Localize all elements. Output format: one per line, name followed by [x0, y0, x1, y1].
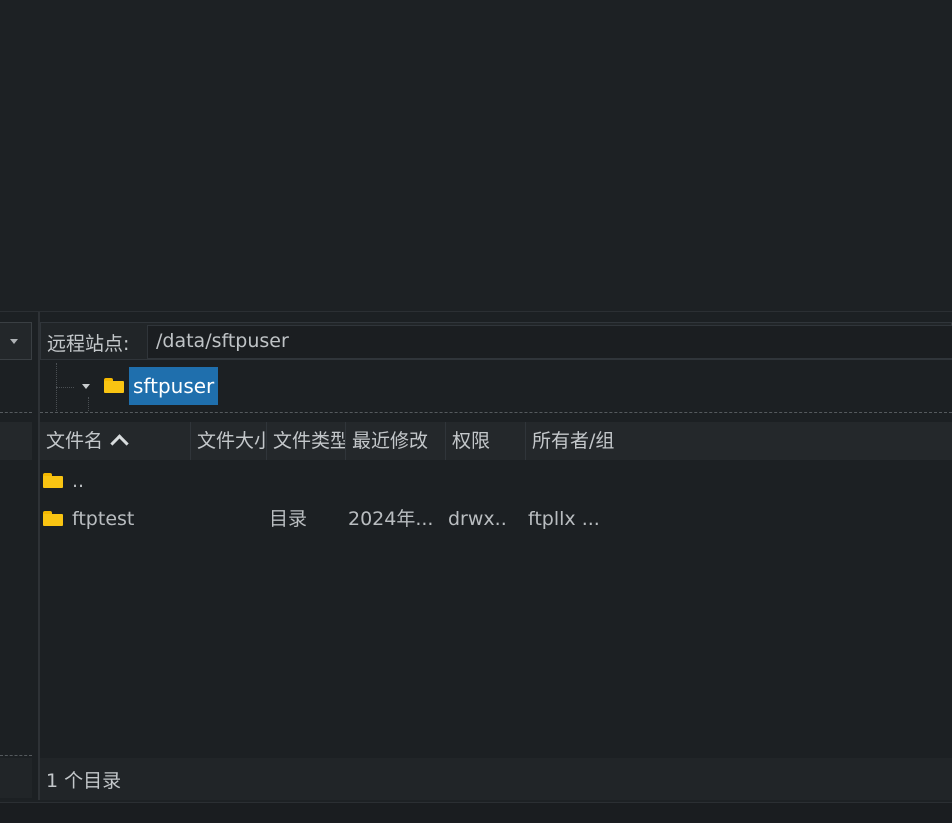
tree-guide-line	[56, 387, 74, 388]
tree-item-sftpuser[interactable]: sftpuser	[129, 367, 219, 405]
column-header-type[interactable]: 文件类型	[267, 422, 346, 460]
folder-icon	[43, 473, 63, 488]
remote-file-list[interactable]: 文件名 文件大小 文件类型 最近修改 权限 所有者/组 .. ftptest 目…	[40, 422, 952, 756]
remote-tree[interactable]: sftpuser	[40, 363, 952, 413]
remote-list-header: 文件名 文件大小 文件类型 最近修改 权限 所有者/组	[40, 422, 952, 460]
file-type: 目录	[269, 508, 308, 530]
remote-path-input[interactable]: /data/sftpuser	[147, 325, 952, 359]
bottom-panel-edge	[0, 802, 952, 823]
local-file-list[interactable]	[0, 422, 32, 756]
sort-ascending-icon	[110, 434, 129, 453]
column-header-permissions[interactable]: 权限	[446, 422, 526, 460]
file-name: ..	[72, 470, 85, 492]
remote-site-label: 远程站点:	[47, 333, 130, 355]
local-site-dropdown[interactable]	[0, 322, 32, 360]
tree-guide-line	[88, 397, 89, 411]
local-tree[interactable]	[0, 364, 32, 413]
folder-icon	[43, 511, 63, 526]
local-list-header	[0, 422, 32, 460]
file-permissions: drwx..	[448, 508, 507, 530]
status-text: 1 个目录	[46, 770, 122, 792]
column-header-modified[interactable]: 最近修改	[346, 422, 446, 460]
column-header-name[interactable]: 文件名	[40, 422, 191, 460]
remote-status-bar: 1 个目录	[40, 758, 952, 800]
chevron-down-icon[interactable]	[10, 339, 18, 344]
folder-icon	[104, 378, 124, 393]
expand-arrow-icon[interactable]	[82, 384, 90, 389]
upper-panel	[0, 0, 952, 312]
file-name: ftptest	[72, 508, 135, 530]
column-header-owner[interactable]: 所有者/组	[526, 422, 614, 460]
table-row[interactable]: ftptest 目录 2024年... drwx.. ftpllx ...	[40, 500, 952, 538]
table-row[interactable]: ..	[40, 462, 952, 500]
remote-site-bar: 远程站点: /data/sftpuser	[40, 322, 952, 360]
file-owner: ftpllx ...	[528, 508, 600, 530]
file-modified: 2024年...	[348, 508, 434, 530]
column-header-size[interactable]: 文件大小	[191, 422, 267, 460]
local-status-bar	[0, 758, 32, 798]
